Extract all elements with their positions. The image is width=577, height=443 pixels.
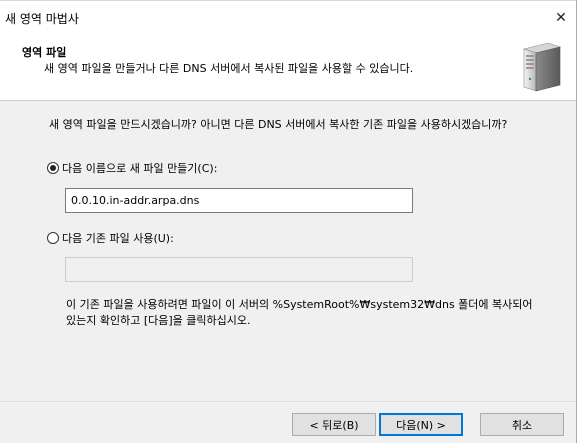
header-subtitle: 새 영역 파일을 만들거나 다른 DNS 서버에서 복사된 파일을 사용할 수 … xyxy=(44,62,414,75)
server-icon xyxy=(522,42,562,92)
create-new-label: 다음 이름으로 새 파일 만들기(C): xyxy=(62,162,218,175)
copy-instructions-note: 이 기존 파일을 사용하려면 파일이 이 서버의 %SystemRoot%₩sy… xyxy=(66,298,533,327)
create-new-file-option[interactable]: 다음 이름으로 새 파일 만들기(C): xyxy=(47,160,217,176)
wizard-content: 새 영역 파일을 만드시겠습니까? 아니면 다른 DNS 서버에서 복사한 기존… xyxy=(0,101,576,401)
header-title: 영역 파일 xyxy=(22,46,67,59)
question-text: 새 영역 파일을 만드시겠습니까? 아니면 다른 DNS 서버에서 복사한 기존… xyxy=(49,118,508,131)
close-icon[interactable]: ✕ xyxy=(548,7,574,29)
wizard-header: 영역 파일 새 영역 파일을 만들거나 다른 DNS 서버에서 복사된 파일을 … xyxy=(0,33,576,101)
cancel-button[interactable]: 취소 xyxy=(480,413,564,436)
window-title: 새 영역 마법사 xyxy=(5,12,79,26)
back-button[interactable]: < 뒤로(B) xyxy=(292,413,376,436)
next-button[interactable]: 다음(N) > xyxy=(379,413,463,436)
wizard-footer: < 뒤로(B) 다음(N) > 취소 xyxy=(0,401,576,443)
use-existing-file-option[interactable]: 다음 기존 파일 사용(U): xyxy=(47,230,174,246)
title-bar: 새 영역 마법사 ✕ xyxy=(0,0,576,33)
create-new-radio[interactable] xyxy=(47,162,59,174)
use-existing-label: 다음 기존 파일 사용(U): xyxy=(62,232,174,245)
wizard-window: 새 영역 마법사 ✕ 영역 파일 새 영역 파일을 만들거나 다른 DNS 서버… xyxy=(0,0,577,443)
existing-file-input[interactable] xyxy=(65,257,413,282)
use-existing-radio[interactable] xyxy=(47,232,59,244)
new-file-name-input[interactable] xyxy=(65,188,413,213)
